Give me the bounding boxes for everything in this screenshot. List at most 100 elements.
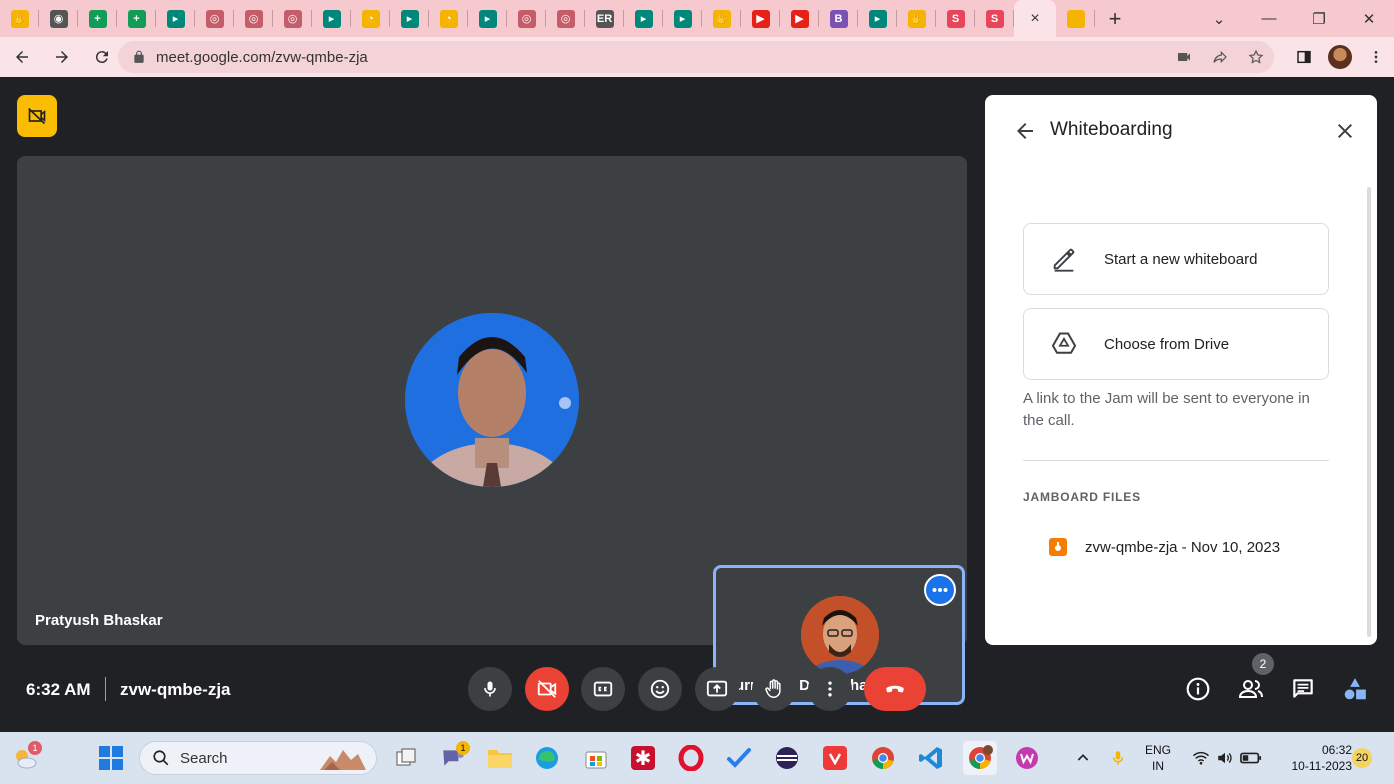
emoji-icon bbox=[650, 679, 670, 699]
mic-in-use-indicator[interactable] bbox=[1103, 743, 1133, 773]
task-view-button[interactable] bbox=[391, 743, 421, 773]
tab-search-icon[interactable]: ⌄ bbox=[1194, 10, 1244, 28]
chat-button[interactable] bbox=[1288, 674, 1318, 704]
meeting-details-button[interactable] bbox=[1183, 674, 1213, 704]
tab-23[interactable]: ✋ bbox=[897, 0, 936, 37]
side-panel-icon[interactable] bbox=[1286, 49, 1322, 65]
address-bar[interactable]: meet.google.com/zvw-qmbe-zja bbox=[118, 41, 1274, 73]
tab-17[interactable]: ▸ bbox=[663, 0, 702, 37]
compass-icon: ◎ bbox=[283, 9, 302, 28]
microphone-button[interactable] bbox=[468, 667, 512, 711]
menu-kebab-icon[interactable] bbox=[1358, 49, 1394, 65]
back-button[interactable] bbox=[4, 39, 40, 75]
more-options-button[interactable] bbox=[808, 667, 852, 711]
profile-avatar[interactable] bbox=[1322, 45, 1358, 69]
main-participant-tile[interactable]: Pratyush Bhaskar Purnendu Dutta Jha bbox=[17, 156, 967, 705]
show-hidden-icons-button[interactable] bbox=[1068, 743, 1098, 773]
start-new-whiteboard-button[interactable]: Start a new whiteboard bbox=[1023, 223, 1329, 295]
taskbar-app-w[interactable] bbox=[1012, 743, 1042, 773]
tab-6[interactable]: ◎ bbox=[234, 0, 273, 37]
new-tab-button[interactable]: + bbox=[1095, 0, 1135, 37]
tab-20[interactable]: ▶ bbox=[780, 0, 819, 37]
taskbar-app-asterisk[interactable]: ✱ bbox=[628, 743, 658, 773]
tab-21[interactable]: B bbox=[819, 0, 858, 37]
close-icon[interactable]: × bbox=[1030, 10, 1039, 28]
tab-24[interactable]: S bbox=[936, 0, 975, 37]
language-indicator[interactable]: ENG IN bbox=[1140, 742, 1176, 774]
taskbar-eclipse[interactable] bbox=[772, 743, 802, 773]
tab-15[interactable]: ER bbox=[585, 0, 624, 37]
taskbar-todo[interactable] bbox=[724, 743, 754, 773]
tab-jamboard[interactable] bbox=[1056, 0, 1095, 37]
tab-25[interactable]: S bbox=[975, 0, 1014, 37]
leave-call-button[interactable] bbox=[864, 667, 926, 711]
tab-active-meet[interactable]: × bbox=[1014, 0, 1056, 37]
panel-scrollbar[interactable] bbox=[1367, 187, 1371, 637]
notification-count-badge[interactable]: 20 bbox=[1352, 748, 1372, 768]
taskbar-chat[interactable]: 1 bbox=[438, 741, 470, 773]
taskbar-clock[interactable]: 06:32 10-11-2023 bbox=[1272, 742, 1353, 774]
camera-in-use-icon[interactable] bbox=[1166, 49, 1202, 65]
taskbar-opera[interactable] bbox=[676, 743, 706, 773]
close-window-icon[interactable]: ✕ bbox=[1344, 10, 1394, 28]
people-count-badge: 2 bbox=[1252, 653, 1274, 675]
tab-9[interactable]: ◔ bbox=[351, 0, 390, 37]
close-icon[interactable] bbox=[1333, 119, 1357, 143]
tab-18[interactable]: ✋ bbox=[702, 0, 741, 37]
taskbar-vivaldi[interactable] bbox=[820, 743, 850, 773]
tab-10[interactable]: ▸ bbox=[390, 0, 429, 37]
minimize-icon[interactable]: — bbox=[1244, 10, 1294, 27]
reactions-button[interactable] bbox=[638, 667, 682, 711]
self-view-more-options-button[interactable] bbox=[924, 574, 956, 606]
share-icon[interactable] bbox=[1202, 49, 1238, 65]
taskbar-edge[interactable] bbox=[532, 743, 562, 773]
taskbar-file-explorer[interactable] bbox=[485, 743, 515, 773]
camera-off-indicator bbox=[17, 95, 57, 137]
meet-icon: ▸ bbox=[400, 9, 419, 28]
tab-1[interactable]: ◉ bbox=[39, 0, 78, 37]
taskbar-chrome[interactable] bbox=[868, 743, 898, 773]
camera-toggle-button[interactable] bbox=[525, 667, 569, 711]
tab-7[interactable]: ◎ bbox=[273, 0, 312, 37]
tab-16[interactable]: ▸ bbox=[624, 0, 663, 37]
jam-link-note: A link to the Jam will be sent to everyo… bbox=[1023, 390, 1310, 429]
battery-indicator[interactable] bbox=[1236, 743, 1266, 773]
tab-0[interactable]: ✋ bbox=[0, 0, 39, 37]
more-vertical-icon bbox=[828, 681, 832, 697]
tab-19[interactable]: ▶ bbox=[741, 0, 780, 37]
taskbar-chrome-profile-active[interactable] bbox=[963, 741, 997, 775]
tab-8[interactable]: ▸ bbox=[312, 0, 351, 37]
tab-3[interactable]: + bbox=[117, 0, 156, 37]
asterisk-app-icon: ✱ bbox=[631, 746, 655, 770]
captions-button[interactable] bbox=[581, 667, 625, 711]
restore-icon[interactable]: ❐ bbox=[1294, 10, 1344, 28]
tab-2[interactable]: + bbox=[78, 0, 117, 37]
taskbar-vscode[interactable] bbox=[916, 743, 946, 773]
tab-4[interactable]: ▸ bbox=[156, 0, 195, 37]
taskbar-store[interactable] bbox=[581, 743, 611, 773]
weather-widget[interactable]: 1 bbox=[10, 741, 42, 773]
choose-from-drive-button[interactable]: Choose from Drive bbox=[1023, 308, 1329, 380]
raise-hand-button[interactable] bbox=[752, 667, 796, 711]
start-button[interactable] bbox=[96, 743, 126, 773]
people-button[interactable] bbox=[1236, 674, 1266, 704]
present-screen-button[interactable] bbox=[695, 667, 739, 711]
tab-14[interactable]: ◎ bbox=[546, 0, 585, 37]
jamboard-file-item[interactable]: zvw-qmbe-zja - Nov 10, 2023 bbox=[1049, 538, 1280, 556]
tab-13[interactable]: ◎ bbox=[507, 0, 546, 37]
bookmark-star-icon[interactable] bbox=[1238, 49, 1274, 65]
activities-button[interactable] bbox=[1340, 674, 1370, 704]
lock-icon[interactable] bbox=[132, 50, 146, 64]
url-text[interactable]: meet.google.com/zvw-qmbe-zja bbox=[156, 49, 368, 66]
tab-5[interactable]: ◎ bbox=[195, 0, 234, 37]
taskbar-search[interactable]: Search bbox=[139, 741, 377, 775]
back-arrow-icon[interactable] bbox=[1013, 119, 1037, 143]
tab-12[interactable]: ▸ bbox=[468, 0, 507, 37]
reload-button[interactable] bbox=[84, 39, 120, 75]
globe-icon: ◎ bbox=[205, 9, 224, 28]
forward-button[interactable] bbox=[44, 39, 80, 75]
meet-stage: Pratyush Bhaskar Purnendu Dutta Jha Whit… bbox=[0, 77, 1394, 732]
arrow-left-icon bbox=[16, 51, 28, 63]
tab-22[interactable]: ▸ bbox=[858, 0, 897, 37]
tab-11[interactable]: ◔ bbox=[429, 0, 468, 37]
